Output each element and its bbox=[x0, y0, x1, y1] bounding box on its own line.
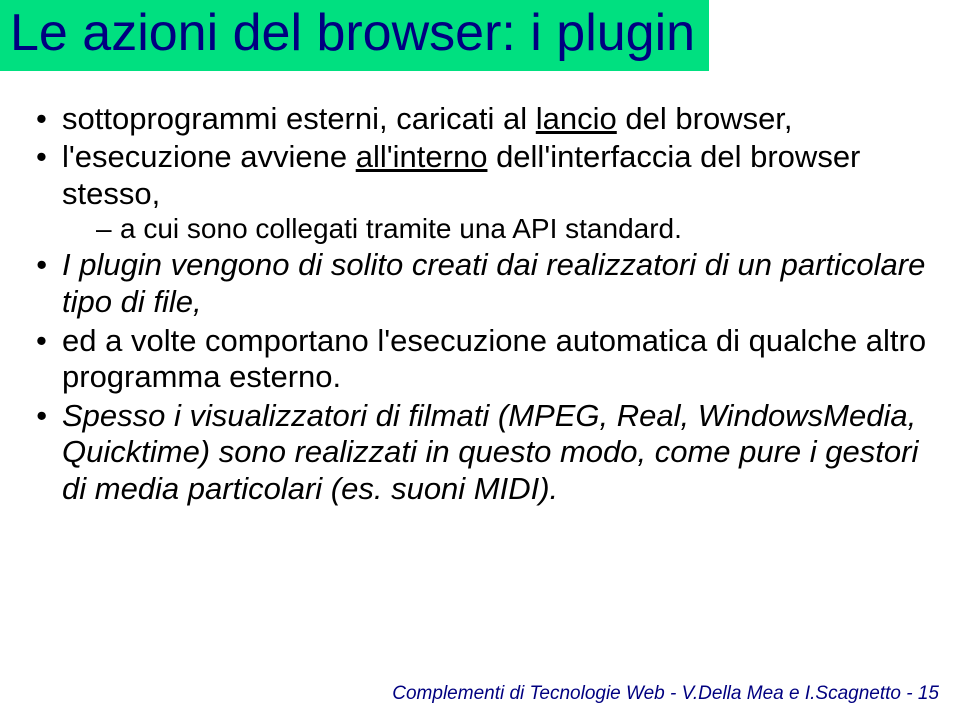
bullet-1-post: del browser, bbox=[617, 101, 793, 136]
bullet-2: l'esecuzione avviene all'interno dell'in… bbox=[34, 139, 929, 245]
bullet-list: sottoprogrammi esterni, caricati al lanc… bbox=[34, 101, 929, 508]
title-box: Le azioni del browser: i plugin bbox=[0, 0, 709, 71]
slide-title: Le azioni del browser: i plugin bbox=[10, 6, 695, 61]
bullet-2-pre: l'esecuzione avviene bbox=[62, 139, 356, 174]
slide: Le azioni del browser: i plugin sottopro… bbox=[0, 0, 959, 719]
bullet-2-underline: all'interno bbox=[356, 139, 488, 174]
bullet-1-underline: lancio bbox=[536, 101, 617, 136]
sub-bullet-1: a cui sono collegati tramite una API sta… bbox=[96, 212, 929, 245]
bullet-1-pre: sottoprogrammi esterni, caricati al bbox=[62, 101, 536, 136]
content-area: sottoprogrammi esterni, caricati al lanc… bbox=[0, 71, 959, 508]
footer-text: Complementi di Tecnologie Web - V.Della … bbox=[392, 683, 918, 704]
footer: Complementi di Tecnologie Web - V.Della … bbox=[392, 683, 939, 705]
bullet-3: I plugin vengono di solito creati dai re… bbox=[34, 247, 929, 320]
bullet-5: Spesso i visualizzatori di filmati (MPEG… bbox=[34, 398, 929, 508]
sub-list: a cui sono collegati tramite una API sta… bbox=[96, 212, 929, 245]
bullet-4: ed a volte comportano l'esecuzione autom… bbox=[34, 323, 929, 396]
page-number: 15 bbox=[918, 683, 939, 704]
bullet-1: sottoprogrammi esterni, caricati al lanc… bbox=[34, 101, 929, 138]
